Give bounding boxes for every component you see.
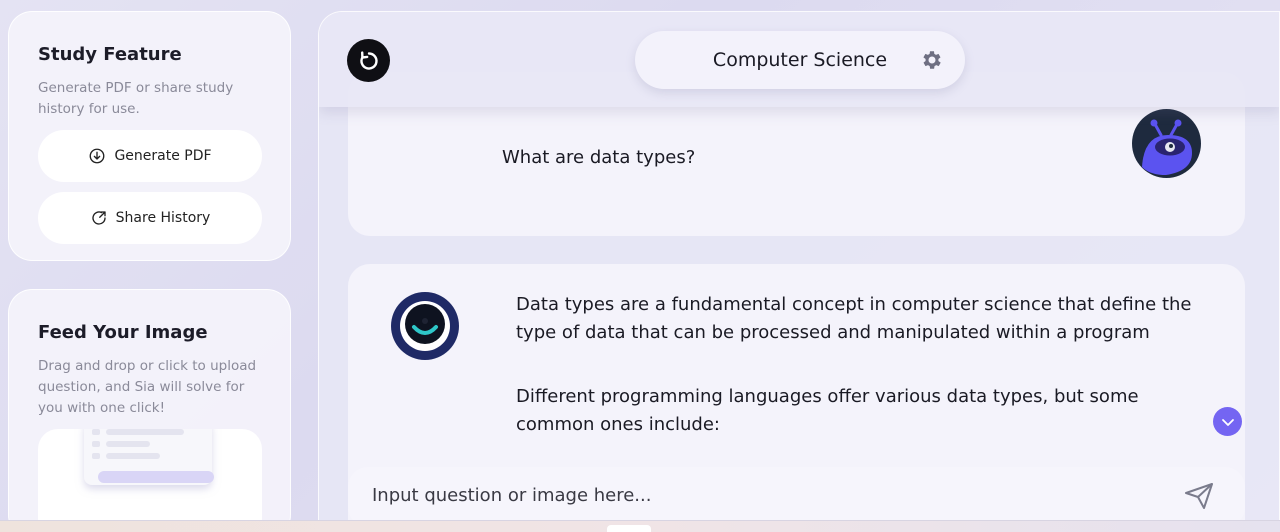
study-feature-description: Generate PDF or share study history for …: [38, 80, 234, 117]
settings-button[interactable]: [920, 48, 944, 72]
study-feature-card: Study Feature Generate PDF or share stud…: [8, 11, 291, 261]
generate-pdf-label: Generate PDF: [114, 148, 212, 164]
download-icon: [90, 148, 105, 164]
send-button[interactable]: [1184, 482, 1214, 510]
subject-title: Computer Science: [712, 49, 888, 71]
subject-selector[interactable]: Computer Science: [635, 31, 965, 89]
composer: [348, 467, 1245, 527]
feed-image-description: Drag and drop or click to upload questio…: [38, 358, 257, 416]
ai-avatar: [390, 291, 460, 361]
refresh-button[interactable]: [347, 39, 390, 82]
send-icon: [1185, 483, 1213, 509]
feed-image-title: Feed Your Image: [38, 322, 208, 343]
ai-message-paragraph: Different programming languages offer va…: [516, 386, 1139, 435]
chevron-down-icon: [1221, 418, 1234, 426]
document-illustration-icon: [84, 429, 214, 485]
chat-panel: Computer Science What are data types? Da…: [318, 11, 1280, 532]
chat-header: Computer Science: [319, 12, 1279, 107]
scroll-to-bottom-button[interactable]: [1213, 407, 1242, 436]
study-feature-title: Study Feature: [38, 44, 182, 65]
bottom-handle: [607, 525, 651, 532]
share-history-label: Share History: [115, 210, 211, 226]
user-message-text: What are data types?: [502, 147, 696, 168]
generate-pdf-button[interactable]: Generate PDF: [38, 130, 262, 182]
share-icon: [92, 211, 106, 225]
bottom-strip: [0, 520, 1280, 532]
sia-logo-icon: [391, 292, 459, 360]
ai-message-paragraph: Data types are a fundamental concept in …: [516, 294, 1192, 343]
question-input[interactable]: [372, 467, 1152, 523]
image-upload-dropzone[interactable]: [38, 429, 262, 532]
gear-icon: [923, 51, 941, 69]
refresh-icon: [359, 50, 378, 70]
user-avatar: [1132, 109, 1201, 178]
feed-image-card: Feed Your Image Drag and drop or click t…: [8, 289, 291, 532]
share-history-button[interactable]: Share History: [38, 192, 262, 244]
robot-avatar-icon: [1132, 109, 1201, 178]
